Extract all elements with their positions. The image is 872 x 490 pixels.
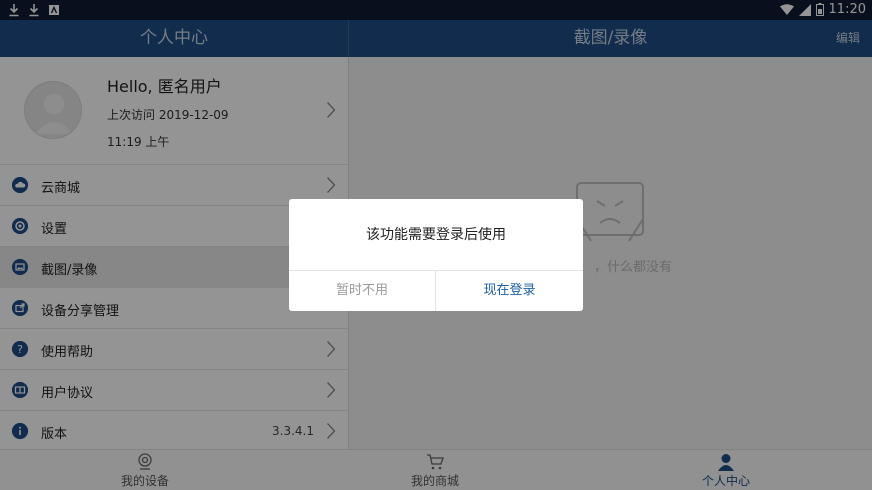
- dialog-message: 该功能需要登录后使用: [366, 227, 506, 243]
- not-now-button[interactable]: 暂时不用: [289, 271, 435, 311]
- login-now-button[interactable]: 现在登录: [436, 271, 583, 311]
- login-required-dialog: 该功能需要登录后使用 暂时不用 现在登录: [289, 199, 583, 311]
